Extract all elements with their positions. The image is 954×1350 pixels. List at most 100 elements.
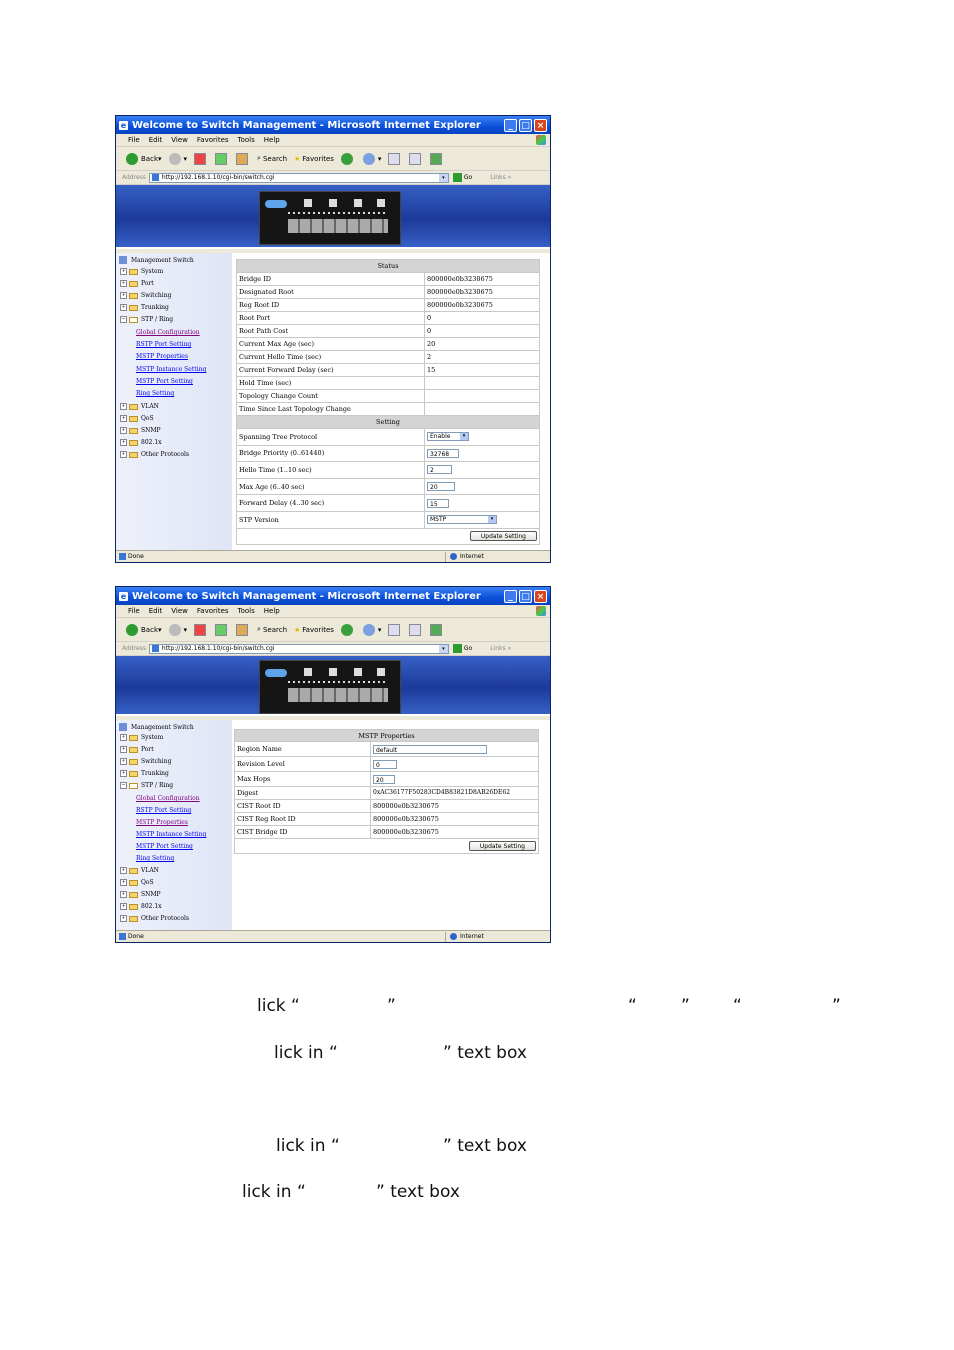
instruction-line4-a: lick in “ [242,1182,306,1202]
home-button[interactable] [236,623,250,636]
link-global-configuration[interactable]: Global Configuration [136,795,200,802]
tree-folder-other-protocols[interactable]: + Other Protocols [120,915,189,922]
search-button[interactable]: ⌕ Search [257,154,287,163]
links-button[interactable]: Links » [490,645,511,652]
print-button[interactable] [409,152,423,165]
maximize-button[interactable]: □ [519,589,532,603]
tree-folder-port[interactable]: + Port [120,280,154,287]
favorites-button[interactable]: ★ Favorites [294,626,334,634]
search-button[interactable]: ⌕ Search [257,625,287,634]
tree-folder-stp-ring[interactable]: − STP / Ring [120,782,173,789]
mail-button[interactable] [388,152,402,165]
tree-folder-other-protocols[interactable]: + Other Protocols [120,451,189,458]
link-ring-setting[interactable]: Ring Setting [136,390,174,397]
menu-edit[interactable]: Edit [149,136,163,144]
link-rstp-port-setting[interactable]: RSTP Port Setting [136,341,191,348]
close-button[interactable]: × [534,589,547,603]
address-input[interactable]: http://192.168.1.10/cgi-bin/switch.cgi ▾ [148,643,449,654]
forward-arrow-icon [168,623,181,636]
back-button[interactable]: Back ▾ [126,623,162,636]
link-global-configuration[interactable]: Global Configuration [136,329,200,336]
go-button[interactable]: Go [452,644,472,653]
link-mstp-port-setting[interactable]: MSTP Port Setting [136,378,193,385]
menu-file[interactable]: File [128,136,140,144]
title-bar[interactable]: e Welcome to Switch Management - Microso… [116,587,550,605]
address-dropdown[interactable]: ▾ [438,173,448,182]
tree-folder-port[interactable]: + Port [120,746,154,753]
link-mstp-properties[interactable]: MSTP Properties [136,353,188,360]
print-button[interactable] [409,623,423,636]
tree-folder-switching[interactable]: + Switching [120,292,171,299]
menu-edit[interactable]: Edit [149,607,163,615]
forward-delay-input[interactable]: 15 [427,498,449,508]
back-button[interactable]: Back ▾ [126,152,162,165]
forward-button[interactable]: ▾ [168,623,187,636]
tree-folder-vlan[interactable]: + VLAN [120,867,159,874]
refresh-button[interactable] [215,623,229,636]
tree-folder-8021x[interactable]: +802.1x [120,439,162,446]
menu-file[interactable]: File [128,607,140,615]
tree-folder-vlan[interactable]: + VLAN [120,403,159,410]
address-dropdown[interactable]: ▾ [438,644,448,653]
address-input[interactable]: http://192.168.1.10/cgi-bin/switch.cgi ▾ [148,172,449,183]
media-button[interactable] [340,152,356,165]
menu-view[interactable]: View [171,136,188,144]
link-mstp-port-setting[interactable]: MSTP Port Setting [136,843,193,850]
tree-folder-stp-ring[interactable]: − STP / Ring [120,316,173,323]
tree-folder-snmp[interactable]: + SNMP [120,427,161,434]
link-mstp-properties[interactable]: MSTP Properties [136,819,188,826]
tree-folder-snmp[interactable]: + SNMP [120,891,161,898]
menu-favorites[interactable]: Favorites [197,136,229,144]
update-setting-button[interactable]: Update Setting [469,531,537,542]
title-bar[interactable]: e Welcome to Switch Management - Microso… [116,116,550,134]
forward-button[interactable]: ▾ [168,152,187,165]
go-button[interactable]: Go [452,173,472,182]
region-name-input[interactable]: default [373,744,487,754]
links-button[interactable]: Links » [490,174,511,181]
home-button[interactable] [236,152,250,165]
stop-button[interactable] [194,152,208,165]
tree-folder-trunking[interactable]: + Trunking [120,304,169,311]
refresh-button[interactable] [215,152,229,165]
close-button[interactable]: × [534,118,547,132]
maximize-button[interactable]: □ [519,118,532,132]
menu-tools[interactable]: Tools [238,607,255,615]
history-button[interactable]: ▾ [362,623,381,636]
table-row: Time Since Last Topology Change [236,402,540,416]
tree-folder-system[interactable]: + System [120,268,163,275]
tree-folder-switching[interactable]: + Switching [120,758,171,765]
minimize-button[interactable]: _ [504,118,517,132]
link-rstp-port-setting[interactable]: RSTP Port Setting [136,807,191,814]
link-mstp-instance-setting[interactable]: MSTP Instance Setting [136,366,206,373]
link-ring-setting[interactable]: Ring Setting [136,855,174,862]
messenger-button[interactable] [430,623,444,636]
tree-folder-8021x[interactable]: +802.1x [120,903,162,910]
history-button[interactable]: ▾ [362,152,381,165]
menu-tools[interactable]: Tools [238,136,255,144]
tree-root[interactable]: Management Switch [119,723,194,731]
tree-folder-qos[interactable]: + QoS [120,415,154,422]
stp-version-select[interactable]: MSTP ▾ [427,515,497,525]
tree-folder-qos[interactable]: + QoS [120,879,154,886]
menu-help[interactable]: Help [264,607,280,615]
tree-root[interactable]: Management Switch [119,256,194,264]
media-button[interactable] [340,623,356,636]
max-age-input[interactable]: 20 [427,482,455,492]
menu-help[interactable]: Help [264,136,280,144]
revision-level-input[interactable]: 0 [373,759,397,769]
update-setting-button[interactable]: Update Setting [468,840,536,851]
link-mstp-instance-setting[interactable]: MSTP Instance Setting [136,831,206,838]
menu-favorites[interactable]: Favorites [197,607,229,615]
messenger-button[interactable] [430,152,444,165]
mail-button[interactable] [388,623,402,636]
hello-time-input[interactable]: 2 [427,465,452,475]
tree-folder-system[interactable]: + System [120,734,163,741]
favorites-button[interactable]: ★ Favorites [294,155,334,163]
bridge-priority-input[interactable]: 32768 [427,448,459,458]
max-hops-input[interactable]: 20 [373,774,395,784]
minimize-button[interactable]: _ [504,589,517,603]
tree-folder-trunking[interactable]: + Trunking [120,770,169,777]
stop-button[interactable] [194,623,208,636]
spanning-tree-protocol-select[interactable]: Enable ▾ [427,432,469,442]
menu-view[interactable]: View [171,607,188,615]
